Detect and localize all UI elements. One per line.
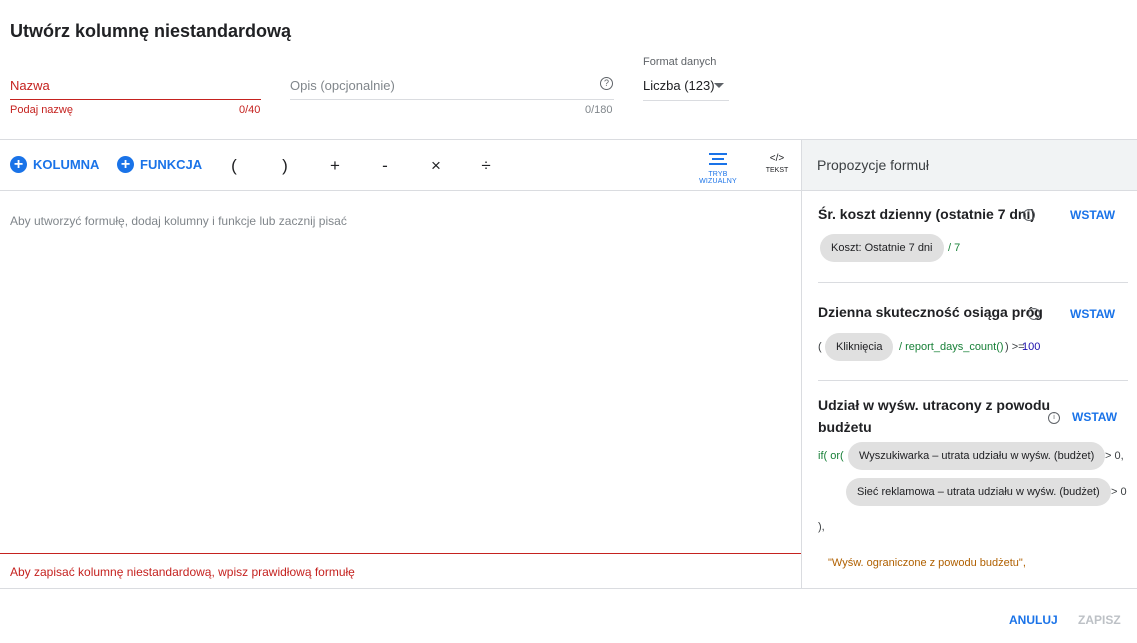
minus-button[interactable]: - (375, 156, 395, 176)
info-icon[interactable]: i (1023, 209, 1035, 221)
suggestion-title-line2: budżetu (818, 419, 872, 435)
insert-button[interactable]: WSTAW (1070, 208, 1115, 222)
name-input[interactable]: Nazwa (10, 78, 50, 93)
description-underline (290, 99, 614, 100)
formula-suggestions-panel: Propozycje formuł Śr. koszt dzienny (ost… (801, 140, 1137, 588)
dialog-title: Utwórz kolumnę niestandardową (10, 21, 292, 41)
formula-string: "Wyśw. ograniczone z powodu budżetu", (828, 557, 1026, 569)
formula-operator: > 0 (1111, 486, 1127, 498)
add-function-button[interactable]: + FUNKCJA (117, 156, 202, 173)
column-chip: Wyszukiwarka – utrata udziału w wyśw. (b… (848, 442, 1106, 470)
description-input[interactable]: Opis (opcjonalnie) (290, 78, 395, 93)
suggestion-title-line1: Udział w wyśw. utracony z powodu (818, 397, 1051, 413)
name-hint: Podaj nazwę (10, 104, 73, 116)
plus-button[interactable]: + (325, 156, 345, 176)
divide-button[interactable]: ÷ (476, 156, 496, 176)
format-label: Format danych (643, 56, 717, 68)
formula-function: / report_days_count() (899, 341, 1004, 353)
close-paren-button[interactable]: ) (275, 156, 295, 176)
column-chip: Koszt: Ostatnie 7 dni (820, 234, 944, 262)
card-divider (818, 380, 1128, 381)
formula-editor[interactable]: Aby utworzyć formułę, dodaj kolumny i fu… (10, 214, 347, 228)
formula-number: 100 (1022, 341, 1041, 353)
add-circle-icon: + (10, 156, 27, 173)
formula-text: / 7 (948, 242, 961, 254)
help-circle-icon[interactable]: ? (600, 77, 613, 90)
editor-error-underline (0, 553, 801, 554)
toolbar-divider (0, 190, 801, 191)
multiply-button[interactable]: × (426, 156, 446, 176)
formula-close: ), (818, 521, 825, 533)
card-divider (818, 282, 1128, 283)
footer-divider (0, 588, 1137, 589)
visual-mode-label: TRYB WIZUALNY (699, 171, 737, 185)
visual-mode-icon (709, 153, 727, 165)
insert-button[interactable]: WSTAW (1070, 307, 1115, 321)
suggestion-title: Dzienna skuteczność osiąga próg (818, 304, 1043, 320)
column-chip: Sieć reklamowa – utrata udziału w wyśw. … (846, 478, 1111, 506)
suggestions-header: Propozycje formuł (802, 140, 1137, 191)
open-paren-button[interactable]: ( (224, 156, 244, 176)
formula-open-paren: ( (818, 341, 822, 353)
text-mode-label: TEKST (765, 167, 789, 174)
code-icon: </> (769, 153, 785, 164)
name-input-underline (10, 99, 261, 100)
save-button[interactable]: ZAPISZ (1078, 613, 1121, 627)
visual-mode-button[interactable]: TRYB WIZUALNY (689, 152, 747, 185)
insert-button[interactable]: WSTAW (1072, 410, 1117, 424)
format-select-value: Liczba (123) (643, 78, 715, 93)
text-mode-button[interactable]: </> TEKST (762, 153, 792, 174)
add-function-label: FUNKCJA (140, 157, 203, 172)
suggestions-header-title: Propozycje formuł (817, 157, 930, 173)
add-column-button[interactable]: + KOLUMNA (10, 156, 99, 173)
add-circle-icon: + (117, 156, 134, 173)
column-chip: Kliknięcia (825, 333, 894, 361)
info-icon[interactable]: i (1028, 308, 1040, 320)
formula-operator: > 0, (1105, 450, 1124, 462)
name-counter: 0/40 (239, 104, 261, 116)
cancel-button[interactable]: ANULUJ (1009, 613, 1058, 627)
editor-error-message: Aby zapisać kolumnę niestandardową, wpis… (10, 565, 355, 579)
description-counter: 0/180 (585, 104, 613, 116)
formula-prefix: if( or( (818, 450, 844, 462)
info-icon[interactable]: i (1048, 412, 1060, 424)
format-select[interactable]: Liczba (123) (643, 78, 729, 101)
suggestion-title: Śr. koszt dzienny (ostatnie 7 dni) (818, 206, 1036, 222)
dropdown-arrow-icon (714, 83, 724, 88)
add-column-label: KOLUMNA (33, 157, 100, 172)
